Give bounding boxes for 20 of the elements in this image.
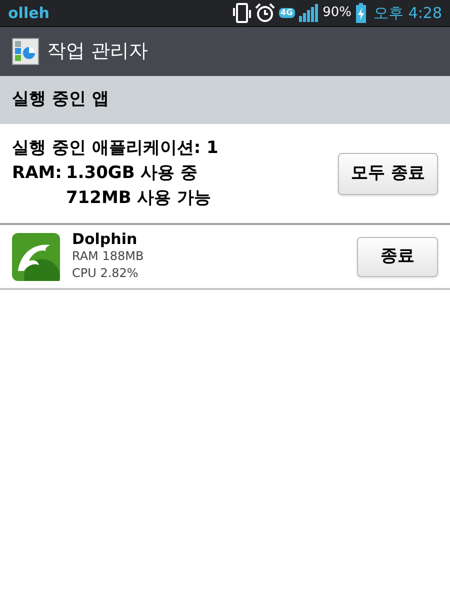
app-ram: RAM 188MB xyxy=(72,248,145,265)
app-name: Dolphin xyxy=(72,231,138,248)
stop-button[interactable]: 종료 xyxy=(357,236,438,276)
section-header: 실행 중인 앱 xyxy=(12,88,109,112)
clock: 오후 4:28 xyxy=(374,2,442,24)
app-cpu: CPU 2.82% xyxy=(72,265,140,282)
task-manager-icon xyxy=(12,38,39,65)
vibrate-icon xyxy=(232,3,250,23)
network-type-badge: 4G xyxy=(278,8,295,18)
signal-icon xyxy=(298,4,319,22)
alarm-clock-icon xyxy=(254,3,274,23)
running-count: 실행 중인 애플리케이션: 1 xyxy=(12,137,220,160)
ram-used: 1.30GB 사용 중 xyxy=(66,162,199,185)
stop-all-button[interactable]: 모두 종료 xyxy=(338,152,438,194)
ram-available: 712MB 사용 가능 xyxy=(66,187,212,210)
ram-label: RAM: xyxy=(12,162,62,185)
battery-charging-icon xyxy=(356,3,366,23)
carrier-name: olleh xyxy=(8,2,50,24)
window-title: 작업 관리자 xyxy=(47,39,148,64)
battery-percent: 90% xyxy=(322,4,352,22)
